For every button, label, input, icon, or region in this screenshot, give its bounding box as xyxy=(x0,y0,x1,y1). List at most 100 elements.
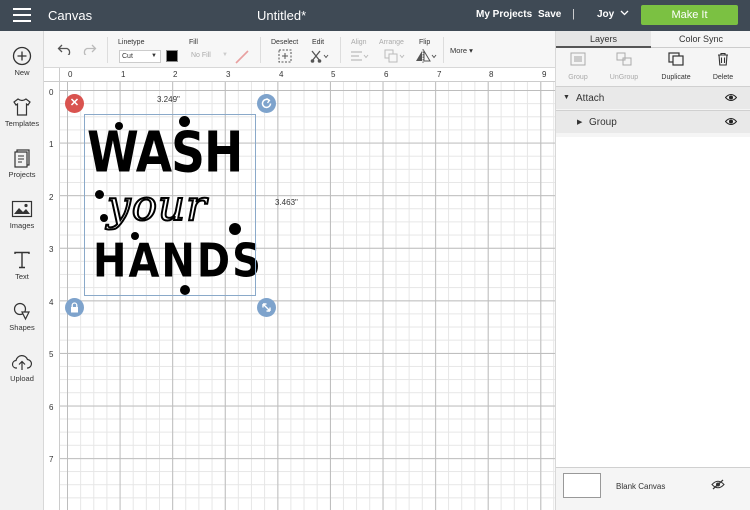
duplicate-icon xyxy=(668,52,684,66)
eye-icon[interactable] xyxy=(725,117,737,126)
sidebar-label: Text xyxy=(15,272,29,281)
rotate-handle[interactable] xyxy=(257,94,276,113)
document-title[interactable]: Untitled* xyxy=(257,8,306,23)
height-dimension-label: 3.463" xyxy=(275,198,298,207)
sidebar-item-images[interactable]: Images xyxy=(0,199,44,230)
layer-row-group[interactable]: ▶ Group xyxy=(556,110,750,133)
deselect-icon[interactable] xyxy=(278,49,292,63)
toolbar-divider xyxy=(443,37,444,63)
group-button[interactable]: Group xyxy=(556,52,600,81)
ruler-tick-label: 6 xyxy=(49,403,54,412)
deselect-label: Deselect xyxy=(271,39,299,46)
lock-handle[interactable] xyxy=(65,298,84,317)
delete-handle[interactable]: ✕ xyxy=(65,94,84,113)
flip-icon[interactable] xyxy=(415,49,437,63)
lock-icon xyxy=(71,302,78,313)
blank-canvas-swatch[interactable] xyxy=(563,473,601,498)
duplicate-button[interactable]: Duplicate xyxy=(654,52,698,81)
ruler-tick-label: 3 xyxy=(49,245,54,254)
projects-icon xyxy=(14,149,30,168)
blank-canvas-row[interactable]: Blank Canvas xyxy=(556,467,750,510)
ruler-tick-label: 5 xyxy=(49,350,54,359)
toolbar-divider xyxy=(260,37,261,63)
group-label: Group xyxy=(568,74,588,81)
shapes-icon xyxy=(13,302,30,321)
linetype-color-swatch[interactable] xyxy=(166,50,178,62)
collapse-triangle-icon[interactable]: ▼ xyxy=(563,94,570,101)
zoom-control[interactable] xyxy=(69,498,139,510)
hamburger-menu-icon[interactable] xyxy=(13,8,31,22)
sidebar-item-shapes[interactable]: Shapes xyxy=(0,301,44,332)
ruler-tick-label: 9 xyxy=(542,70,547,79)
delete-label: Delete xyxy=(712,74,734,81)
ruler-left: 0 1 2 3 4 5 6 7 xyxy=(44,82,60,510)
my-projects-link[interactable]: My Projects xyxy=(476,9,532,20)
chevron-down-icon[interactable] xyxy=(620,10,629,16)
sidebar-item-templates[interactable]: Templates xyxy=(0,97,44,128)
ruler-tick-label: 7 xyxy=(437,70,442,79)
fill-value: No Fill xyxy=(191,52,211,59)
close-icon: ✕ xyxy=(69,97,80,109)
shirt-icon xyxy=(13,98,31,116)
sidebar-item-projects[interactable]: Projects xyxy=(0,148,44,179)
dropdown-arrow-icon: ▼ xyxy=(151,53,157,59)
sidebar-label: Upload xyxy=(10,374,34,383)
toolbar-divider xyxy=(340,37,341,63)
ruler-corner xyxy=(44,68,60,82)
text-icon xyxy=(14,251,30,269)
user-menu[interactable]: Joy xyxy=(597,9,614,20)
ruler-tick-label: 2 xyxy=(173,70,178,79)
sidebar-item-text[interactable]: Text xyxy=(0,250,44,281)
linetype-select[interactable]: Cut ▼ xyxy=(119,50,161,63)
ungroup-button[interactable]: UnGroup xyxy=(602,52,646,81)
eye-icon[interactable] xyxy=(725,93,737,102)
panel-tabs: Layers Color Sync xyxy=(556,31,750,48)
sidebar-item-upload[interactable]: Upload xyxy=(0,352,44,383)
hidden-eye-icon[interactable] xyxy=(711,479,725,490)
layer-label: Group xyxy=(589,117,617,128)
group-icon xyxy=(570,52,586,66)
topbar-separator: | xyxy=(572,8,575,20)
ruler-tick-label: 0 xyxy=(49,88,54,97)
ruler-tick-label: 3 xyxy=(226,70,231,79)
edit-scissors-icon[interactable] xyxy=(310,49,330,63)
scale-handle[interactable] xyxy=(257,298,276,317)
rotate-icon xyxy=(261,97,272,109)
linetype-value: Cut xyxy=(122,53,133,60)
ruler-tick-label: 8 xyxy=(489,70,494,79)
sidebar-item-new[interactable]: New xyxy=(0,46,44,77)
redo-icon[interactable] xyxy=(81,43,97,55)
ruler-tick-label: 1 xyxy=(49,140,54,149)
more-button[interactable]: More ▾ xyxy=(450,46,473,55)
tab-layers[interactable]: Layers xyxy=(556,31,651,48)
images-icon xyxy=(11,200,33,218)
ruler-tick-label: 1 xyxy=(121,70,126,79)
tab-color-sync[interactable]: Color Sync xyxy=(651,31,750,48)
layer-row-attach[interactable]: ▼ Attach xyxy=(556,86,750,109)
sidebar-label: Images xyxy=(9,221,35,230)
make-it-button[interactable]: Make It xyxy=(641,5,738,25)
ruler-tick-label: 6 xyxy=(384,70,389,79)
align-icon[interactable] xyxy=(350,50,370,62)
save-button[interactable]: Save xyxy=(538,9,561,20)
arrange-icon[interactable] xyxy=(384,49,406,63)
fill-label: Fill xyxy=(189,39,198,46)
undo-icon[interactable] xyxy=(57,43,73,55)
toolbar-divider xyxy=(107,37,108,63)
flip-label: Flip xyxy=(419,39,431,46)
app-title: Canvas xyxy=(48,8,93,23)
resize-arrow-icon xyxy=(262,303,271,312)
sidebar-label: Templates xyxy=(4,119,40,128)
delete-button[interactable]: Delete xyxy=(701,52,745,81)
fill-select[interactable]: No Fill ▼ xyxy=(189,50,231,63)
align-label: Align xyxy=(351,39,367,46)
arrange-label: Arrange xyxy=(379,39,404,46)
ruler-tick-label: 2 xyxy=(49,193,54,202)
expand-triangle-icon[interactable]: ▶ xyxy=(577,118,582,126)
ruler-tick-label: 5 xyxy=(331,70,336,79)
upload-icon xyxy=(11,355,33,370)
layers-empty-area xyxy=(556,137,750,467)
ungroup-label: UnGroup xyxy=(609,74,639,81)
layers-panel: Layers Color Sync Group UnGroup Duplicat… xyxy=(555,31,750,510)
blank-canvas-label: Blank Canvas xyxy=(616,482,666,491)
